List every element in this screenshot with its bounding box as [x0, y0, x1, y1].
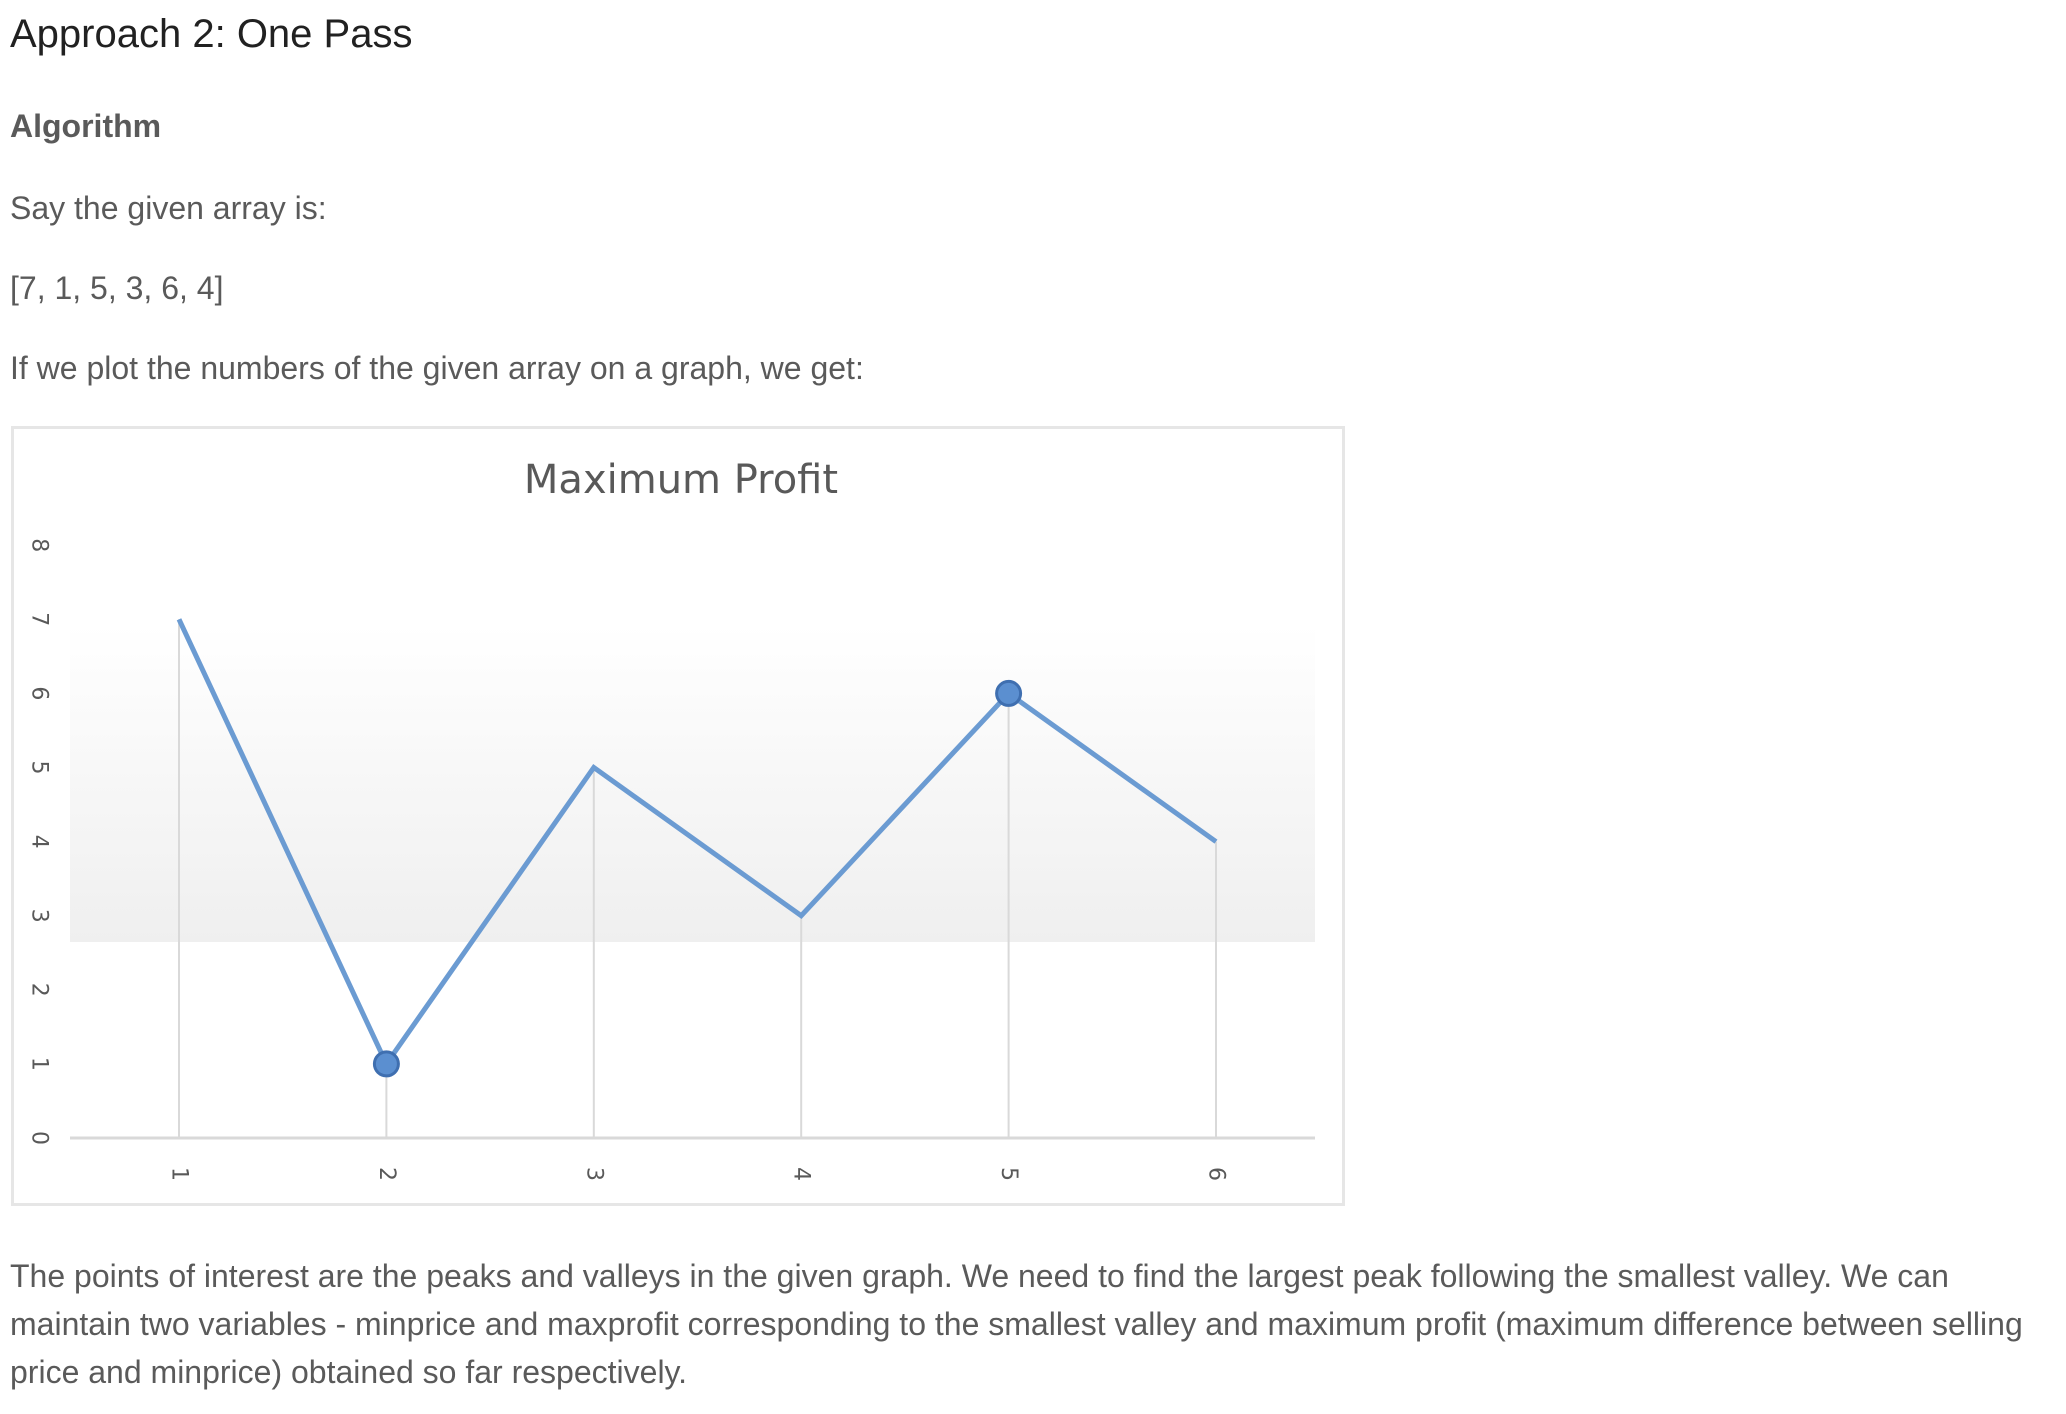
y-tick-label: 3 [27, 909, 52, 923]
array-paragraph: [7, 1, 5, 3, 6, 4] [10, 270, 224, 306]
algorithm-subheading: Algorithm [10, 108, 162, 144]
y-tick-label: 4 [27, 835, 52, 849]
y-tick-label: 2 [27, 983, 52, 997]
intro-paragraph: Say the given array is: [10, 190, 327, 226]
line-chart: 0 1 2 3 4 5 6 7 8 1 2 3 4 5 6 [27, 538, 1315, 1181]
chart-title: Maximum Profit [523, 457, 839, 503]
x-axis-ticks: 1 2 3 4 5 6 [167, 1167, 1229, 1181]
y-axis-ticks: 0 1 2 3 4 5 6 7 8 [27, 538, 52, 1145]
x-tick-label: 1 [167, 1167, 192, 1181]
x-tick-label: 3 [581, 1167, 606, 1181]
y-tick-label: 7 [27, 612, 52, 626]
y-tick-label: 1 [27, 1057, 52, 1071]
data-point-marker [372, 1050, 400, 1078]
y-tick-label: 6 [27, 686, 52, 700]
explanation-paragraph: The points of interest are the peaks and… [10, 1258, 2023, 1390]
y-tick-label: 8 [27, 538, 52, 552]
x-tick-label: 2 [374, 1167, 399, 1181]
y-tick-label: 5 [27, 761, 52, 775]
x-tick-label: 4 [789, 1167, 814, 1181]
section-heading: Approach 2: One Pass [10, 12, 413, 56]
plot-intro-paragraph: If we plot the numbers of the given arra… [10, 350, 864, 386]
x-tick-label: 6 [1204, 1167, 1229, 1181]
x-tick-label: 5 [996, 1167, 1021, 1181]
chart-figure: 0 1 2 3 4 5 6 7 8 1 2 3 4 5 6 Maximum Profit [11, 426, 1345, 1206]
y-tick-label: 0 [27, 1131, 52, 1145]
data-point-marker [995, 679, 1023, 707]
